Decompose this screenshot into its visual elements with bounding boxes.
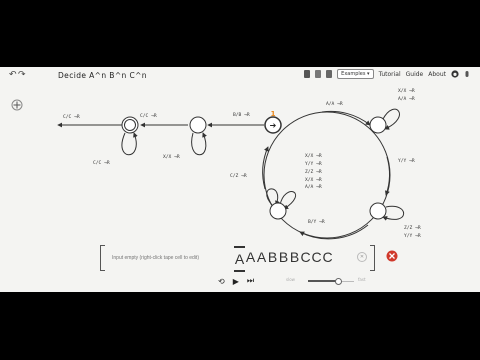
speed-slow-label: slow (286, 277, 295, 282)
playback-controls: ⟲ ▶ ⏭ (218, 276, 254, 286)
transition-label[interactable]: A/A →R (398, 96, 415, 102)
tape-cell[interactable]: A (256, 246, 267, 268)
transition-label[interactable]: Y/Y →R (404, 233, 421, 239)
step-forward-icon[interactable]: ⏭ (247, 276, 254, 286)
transition-label[interactable]: C/Z →R (230, 173, 247, 179)
tape-cell[interactable]: B (267, 246, 278, 268)
state-q2[interactable] (369, 116, 387, 134)
play-icon[interactable]: ▶ (233, 277, 239, 286)
state-accept[interactable] (121, 116, 139, 134)
clear-tape-icon[interactable]: ✕ (357, 252, 367, 262)
transition-label[interactable]: B/B →R (233, 112, 250, 118)
transition-label[interactable]: A/A →R (305, 184, 322, 190)
tape-cell[interactable]: C (300, 246, 311, 268)
tape-cell[interactable]: A (245, 246, 256, 268)
tape-cells[interactable]: A A A B B B C C C (234, 246, 333, 272)
transition-label[interactable]: C/C →R (63, 114, 80, 120)
state-start[interactable]: ➔ (264, 116, 282, 134)
transition-label[interactable]: Y/Y →R (398, 158, 415, 164)
speed-knob[interactable] (334, 278, 342, 285)
tape[interactable]: A A A B B B C C C ✕ (100, 243, 398, 273)
tape-input-field[interactable] (110, 252, 232, 264)
transition-label[interactable]: Z/Z →R (305, 169, 322, 175)
tape-cell[interactable]: C (322, 246, 333, 268)
tape-cell[interactable]: B (289, 246, 300, 268)
tape-cell-head[interactable]: A (234, 246, 245, 272)
speed-slider[interactable]: slow fast (286, 277, 370, 285)
state-diagram[interactable]: ➔ 1 C/C →R C/C →R C/C →R X/X →R B/B →R A… (0, 67, 480, 247)
start-arrow-icon: ➔ (270, 121, 277, 130)
transition-label[interactable]: C/C →R (93, 160, 110, 166)
transition-label[interactable]: Z/Z →R (404, 225, 421, 231)
tape-cell[interactable]: C (311, 246, 322, 268)
transition-label[interactable]: X/X →R (305, 153, 322, 159)
state-b[interactable] (189, 116, 207, 134)
transition-label[interactable]: X/X →R (163, 154, 180, 160)
speed-fill (308, 280, 338, 282)
transition-label[interactable]: C/C →R (140, 113, 157, 119)
tape-cell[interactable]: B (278, 246, 289, 268)
transition-label[interactable]: X/X →R (398, 88, 415, 94)
transition-label[interactable]: X/X →R (305, 177, 322, 183)
speed-fast-label: fast (358, 277, 366, 282)
tape-left-bracket (100, 245, 105, 271)
tape-right-bracket (370, 245, 375, 271)
transition-label[interactable]: A/A →R (326, 101, 343, 107)
transition-cycle (263, 111, 391, 239)
state-q4[interactable] (269, 202, 287, 220)
transition-label[interactable]: B/Y →R (308, 219, 325, 225)
transition-label[interactable]: Y/Y →R (305, 161, 322, 167)
start-state-label: 1 (271, 110, 276, 118)
simulator-window: ↶ ↷ Decide A^n B^n C^n Examples ▾ Tutori… (0, 67, 480, 292)
add-state-icon[interactable] (11, 99, 23, 111)
state-q3[interactable] (369, 202, 387, 220)
reject-icon (386, 250, 398, 262)
reset-icon[interactable]: ⟲ (218, 277, 225, 286)
